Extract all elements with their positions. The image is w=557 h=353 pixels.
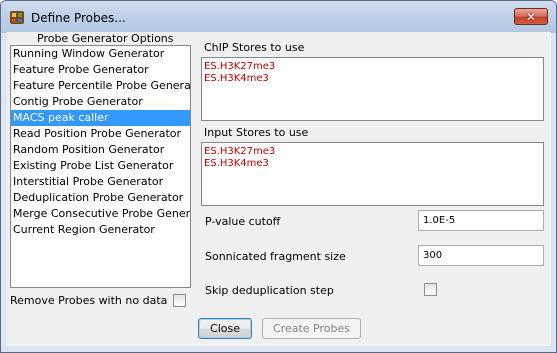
- fragment-size-field[interactable]: 300: [418, 245, 544, 266]
- chip-stores-list[interactable]: ES.H3K27me3 ES.H3K4me3: [201, 57, 544, 121]
- dialog-content: Probe Generator Options Running Window G…: [7, 32, 551, 346]
- input-stores-list[interactable]: ES.H3K27me3 ES.H3K4me3: [201, 142, 544, 206]
- generator-item[interactable]: Deduplication Probe Generator: [11, 190, 190, 206]
- close-icon: ✕: [525, 9, 537, 24]
- window-title: Define Probes...: [31, 11, 126, 25]
- probe-app-icon: [10, 11, 24, 24]
- generator-item[interactable]: Contig Probe Generator: [11, 94, 190, 110]
- fragment-size-label: Sonnicated fragment size: [205, 250, 346, 263]
- input-stores-label: Input Stores to use: [204, 126, 309, 139]
- remove-empty-probes-checkbox[interactable]: [173, 294, 186, 307]
- skip-dedup-label: Skip deduplication step: [205, 284, 334, 297]
- generator-item[interactable]: Feature Probe Generator: [11, 62, 190, 78]
- generator-item[interactable]: Existing Probe List Generator: [11, 158, 190, 174]
- remove-empty-probes-label: Remove Probes with no data: [10, 294, 168, 307]
- title-bar[interactable]: Define Probes... ✕: [1, 1, 556, 33]
- generator-item[interactable]: Running Window Generator: [11, 46, 190, 62]
- data-store-item[interactable]: ES.H3K27me3: [204, 61, 541, 73]
- generator-item[interactable]: MACS peak caller: [11, 110, 190, 126]
- pvalue-label: P-value cutoff: [205, 215, 281, 228]
- generator-list[interactable]: Running Window Generator Feature Probe Ge…: [10, 45, 191, 288]
- data-store-item[interactable]: ES.H3K4me3: [204, 73, 541, 85]
- close-button[interactable]: Close: [198, 318, 252, 339]
- generator-item[interactable]: Read Position Probe Generator: [11, 126, 190, 142]
- generator-item[interactable]: Merge Consecutive Probe Generator: [11, 206, 190, 222]
- skip-dedup-checkbox[interactable]: [424, 283, 437, 296]
- generator-item[interactable]: Current Region Generator: [11, 222, 190, 238]
- generator-item[interactable]: Random Position Generator: [11, 142, 190, 158]
- data-store-item[interactable]: ES.H3K4me3: [204, 158, 541, 170]
- window-close-button[interactable]: ✕: [514, 8, 548, 25]
- generator-item[interactable]: Interstitial Probe Generator: [11, 174, 190, 190]
- generator-options-heading: Probe Generator Options: [37, 32, 174, 45]
- generator-item[interactable]: Feature Percentile Probe Generator: [11, 78, 190, 94]
- define-probes-dialog: Define Probes... ✕ Probe Generator Optio…: [0, 0, 557, 353]
- create-probes-button[interactable]: Create Probes: [262, 318, 361, 339]
- pvalue-field[interactable]: 1.0E-5: [418, 210, 544, 231]
- data-store-item[interactable]: ES.H3K27me3: [204, 146, 541, 158]
- chip-stores-label: ChIP Stores to use: [204, 41, 305, 54]
